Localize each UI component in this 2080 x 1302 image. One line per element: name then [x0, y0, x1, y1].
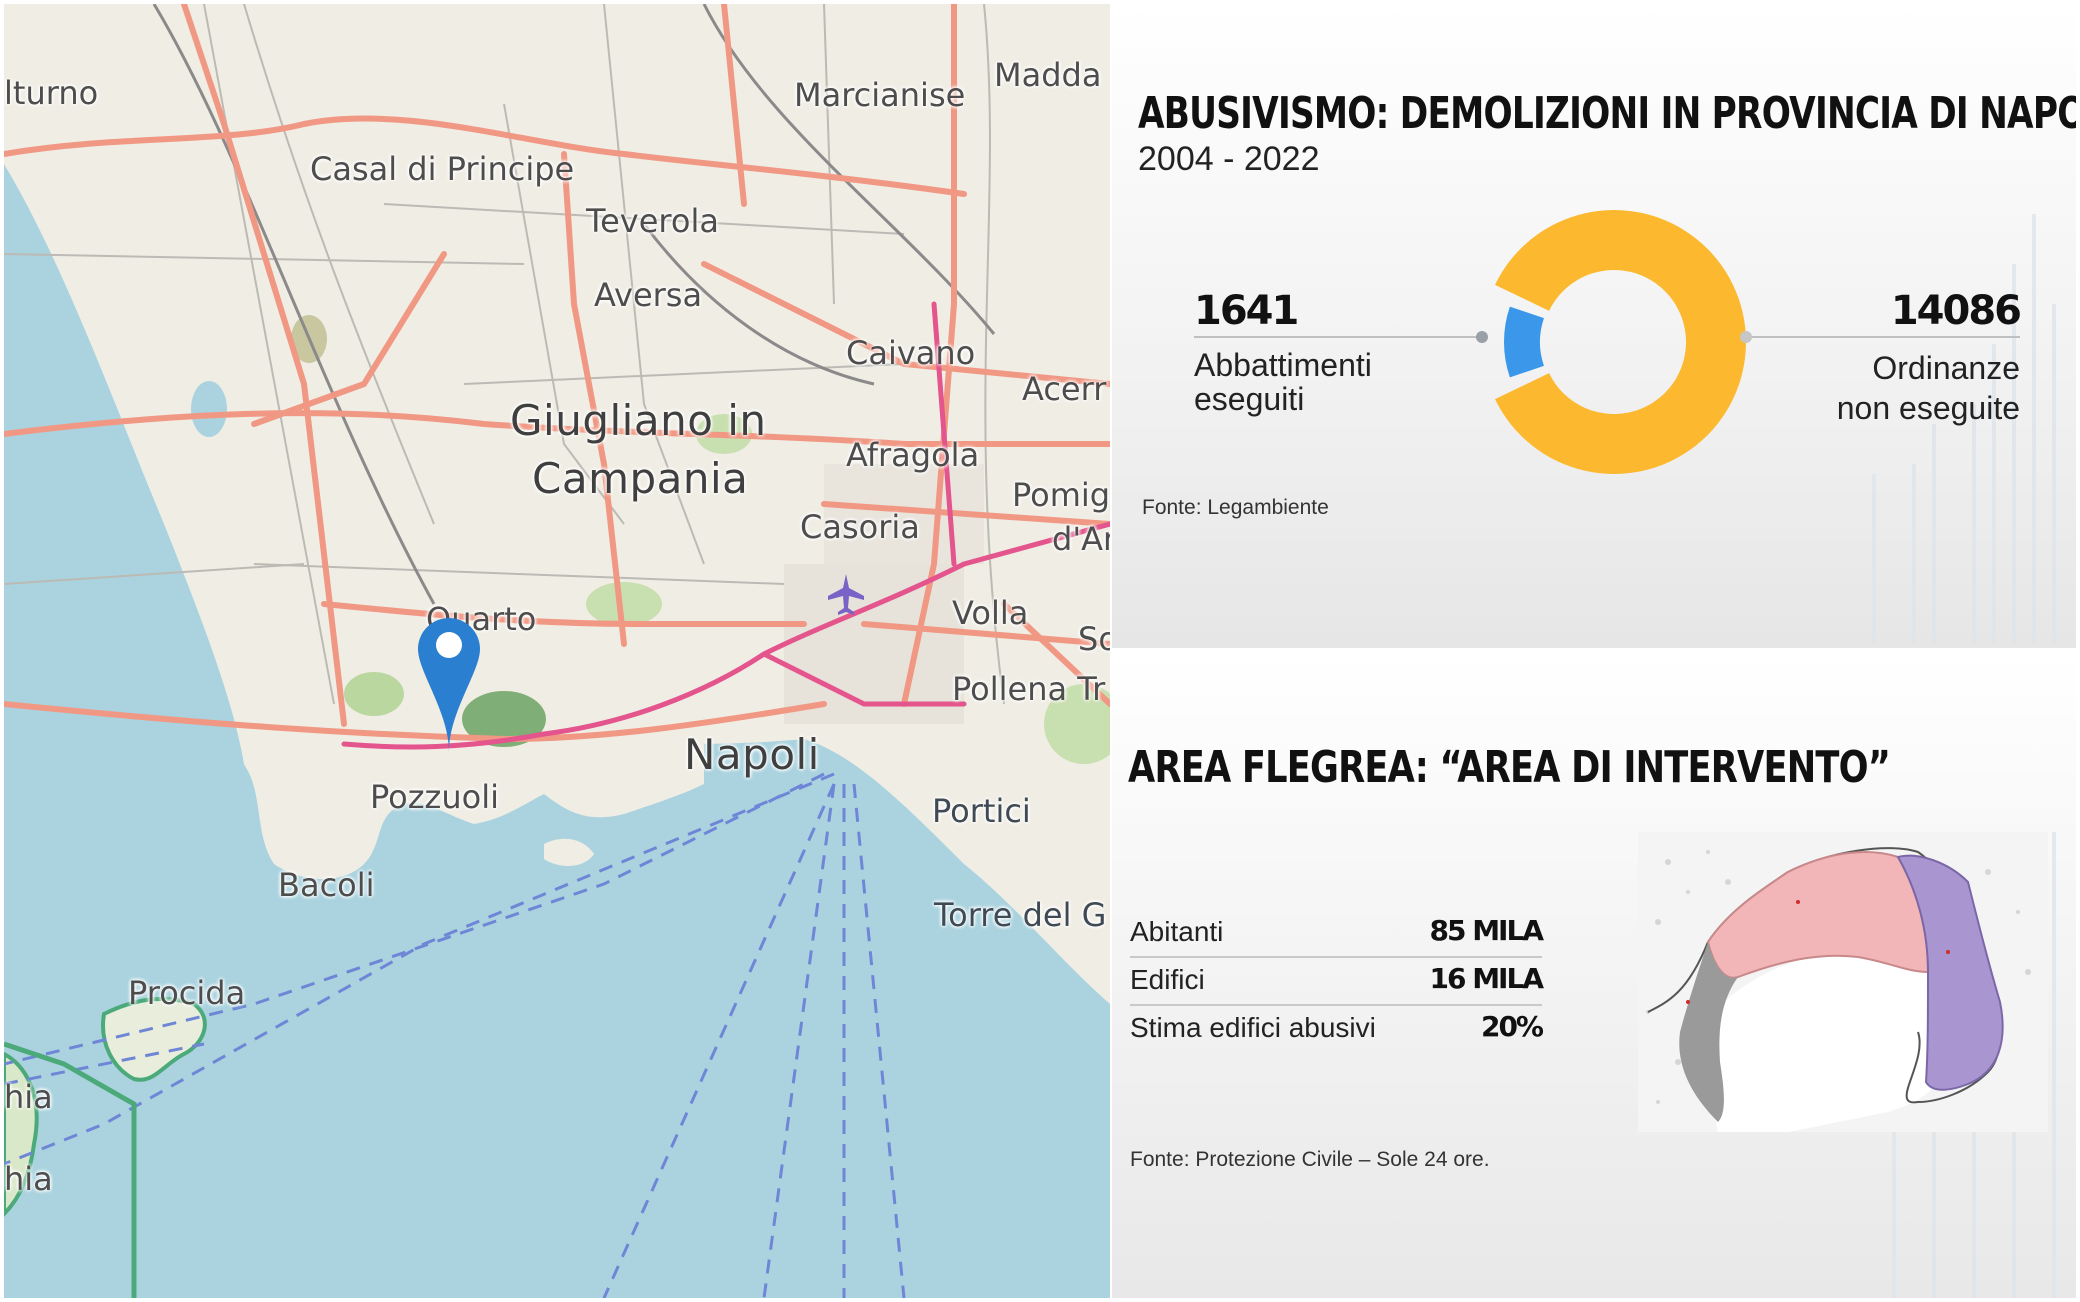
place-label: hia	[4, 1078, 53, 1116]
place-label: hia	[4, 1160, 53, 1198]
stat-row: Stima edifici abusivi 20%	[1130, 1004, 1544, 1052]
place-label: Afragola	[846, 436, 980, 474]
place-label: Giugliano in	[510, 396, 767, 445]
place-label: lturno	[4, 74, 99, 112]
place-label: Torre del G	[934, 896, 1107, 934]
place-label: Portici	[932, 792, 1031, 830]
place-label: Madda	[994, 56, 1102, 94]
infographic-title: ABUSIVISMO: DEMOLIZIONI IN PROVINCIA DI …	[1138, 88, 2076, 139]
right-leader-line	[1744, 336, 2020, 338]
place-label: Bacoli	[278, 866, 375, 904]
place-label: Volla	[952, 594, 1029, 632]
stat-label: Abitanti	[1130, 916, 1224, 947]
place-label: Casoria	[800, 508, 920, 546]
map-panel[interactable]: lturno Marcianise Madda Casal di Princip…	[4, 4, 1110, 1298]
leader-dots	[1476, 331, 1752, 343]
executed-label-line2: eseguiti	[1194, 381, 1305, 417]
not-executed-label-line2: non eseguite	[1836, 390, 2020, 426]
executed-label: Abbattimenti eseguiti	[1194, 348, 1372, 416]
source-note: Fonte: Legambiente	[1142, 496, 1329, 519]
infographic-title: AREA FLEGREA: “AREA DI INTERVENTO”	[1128, 742, 1891, 793]
executed-value: 1641	[1194, 288, 1299, 334]
executed-label-line1: Abbattimenti	[1194, 347, 1372, 383]
place-label: Pomig	[1012, 476, 1110, 514]
left-leader-line	[1194, 336, 1486, 338]
stat-row: Abitanti 85 MILA	[1130, 908, 1544, 958]
place-label: Caivano	[846, 334, 976, 372]
place-label: Acerr	[1022, 370, 1107, 408]
stat-value: 16 MILA	[1429, 962, 1544, 995]
demolitions-infographic: ABUSIVISMO: DEMOLIZIONI IN PROVINCIA DI …	[1112, 4, 2076, 648]
airplane-icon	[828, 574, 864, 615]
stat-value: 20%	[1480, 1010, 1544, 1043]
map-canvas	[4, 4, 1110, 1298]
not-executed-value: 14086	[1890, 288, 2022, 334]
place-label: Campania	[532, 454, 749, 503]
place-label: Aversa	[594, 276, 703, 314]
place-label: Marcianise	[794, 76, 966, 114]
not-executed-label: Ordinanze non eseguite	[1837, 348, 2020, 428]
stat-label: Edifici	[1130, 964, 1205, 995]
map-pin-icon[interactable]	[416, 616, 482, 754]
infographic-period: 2004 - 2022	[1138, 140, 1320, 178]
area-flegrea-infographic: AREA FLEGREA: “AREA DI INTERVENTO” Abita…	[1112, 652, 2076, 1298]
place-label: Casal di Principe	[310, 150, 575, 188]
not-executed-label-line1: Ordinanze	[1872, 350, 2020, 386]
intervention-area-map	[1638, 832, 2048, 1132]
place-label: Napoli	[684, 730, 820, 779]
stat-value: 85 MILA	[1429, 914, 1544, 947]
place-label: Procida	[128, 974, 246, 1012]
stat-label: Stima edifici abusivi	[1130, 1012, 1376, 1043]
place-label: So	[1078, 620, 1110, 658]
source-note: Fonte: Protezione Civile – Sole 24 ore.	[1130, 1148, 1490, 1171]
place-label: Pollena Tr	[952, 670, 1106, 708]
place-label: Teverola	[586, 202, 719, 240]
place-label: d'Ar	[1052, 520, 1110, 558]
place-label: Pozzuoli	[370, 778, 499, 816]
stat-row: Edifici 16 MILA	[1130, 956, 1544, 1006]
